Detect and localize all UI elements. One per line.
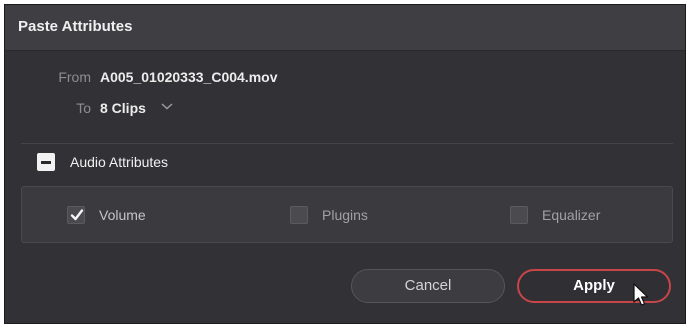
dialog-titlebar: Paste Attributes [5,5,685,51]
plugins-checkbox[interactable] [290,206,308,224]
section-divider [21,143,673,144]
chevron-down-icon[interactable] [161,101,173,111]
equalizer-label: Equalizer [542,207,601,223]
audio-attributes-label: Audio Attributes [70,154,169,170]
to-label: To [76,100,91,116]
checkmark-icon [70,209,84,221]
equalizer-checkbox[interactable] [510,206,528,224]
mouse-cursor-icon [633,283,649,306]
volume-checkbox[interactable] [67,206,85,224]
cancel-button[interactable]: Cancel [351,269,505,303]
plugins-label: Plugins [322,207,368,223]
to-dropdown[interactable]: 8 Clips [100,100,146,116]
volume-label: Volume [99,207,146,223]
collapse-minus-icon[interactable] [37,153,55,171]
from-label: From [58,69,91,85]
from-value: A005_01020333_C004.mov [100,69,278,85]
dialog-title: Paste Attributes [18,18,133,35]
paste-attributes-dialog: Paste Attributes From A005_01020333_C004… [4,4,686,324]
